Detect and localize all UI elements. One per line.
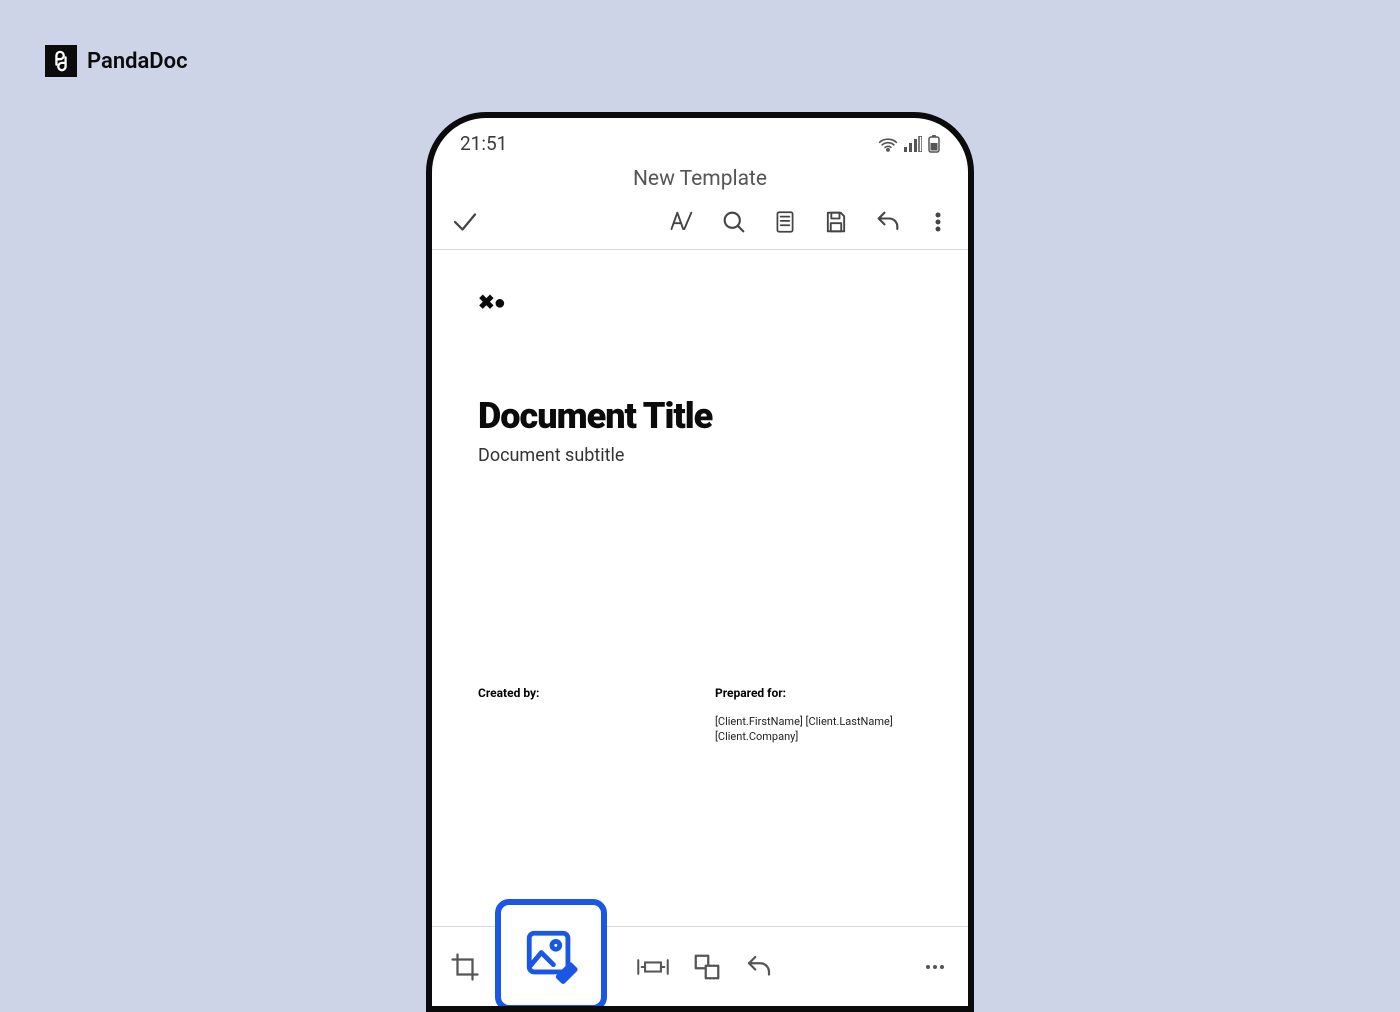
image-edit-tool-active[interactable] <box>495 899 607 1011</box>
prepared-for-label: Prepared for: <box>715 686 922 700</box>
text-style-icon[interactable] <box>668 208 696 236</box>
more-vertical-icon[interactable] <box>926 208 950 236</box>
phone-frame: 21:51 New Template <box>426 112 974 1012</box>
client-company-token[interactable]: [Client.Company] <box>715 729 922 744</box>
more-horizontal-icon[interactable] <box>920 955 950 979</box>
wifi-icon <box>878 136 898 152</box>
ruler-margins-icon[interactable] <box>636 953 670 981</box>
app-header-title: New Template <box>432 161 968 201</box>
created-by-label: Created by: <box>478 686 685 700</box>
status-time: 21:51 <box>460 132 507 155</box>
save-icon[interactable] <box>822 208 850 236</box>
document-title[interactable]: Document Title <box>478 395 922 437</box>
undo-icon[interactable] <box>874 208 902 236</box>
top-toolbar <box>432 201 968 249</box>
status-bar: 21:51 <box>432 118 968 161</box>
pandadoc-logo-icon <box>45 45 77 77</box>
created-by-column: Created by: <box>478 686 685 745</box>
battery-icon <box>928 135 940 153</box>
brand-name: PandaDoc <box>87 49 188 74</box>
undo-bottom-icon[interactable] <box>744 952 774 982</box>
client-name-token[interactable]: [Client.FirstName] [Client.LastName] <box>715 714 922 729</box>
status-icons <box>878 135 940 153</box>
document-meta-columns: Created by: Prepared for: [Client.FirstN… <box>478 686 922 745</box>
prepared-for-column: Prepared for: [Client.FirstName] [Client… <box>715 686 922 745</box>
confirm-check-icon[interactable] <box>450 207 480 237</box>
reader-view-icon[interactable] <box>772 208 798 236</box>
search-icon[interactable] <box>720 208 748 236</box>
shapes-arrange-icon[interactable] <box>692 952 722 982</box>
document-subtitle[interactable]: Document subtitle <box>478 445 922 466</box>
crop-icon[interactable] <box>450 952 480 982</box>
brand-logo-block: PandaDoc <box>45 45 188 77</box>
document-small-logo: ✖● <box>478 290 922 315</box>
signal-icon <box>904 136 922 152</box>
document-canvas[interactable]: ✖● Document Title Document subtitle Crea… <box>432 250 968 745</box>
